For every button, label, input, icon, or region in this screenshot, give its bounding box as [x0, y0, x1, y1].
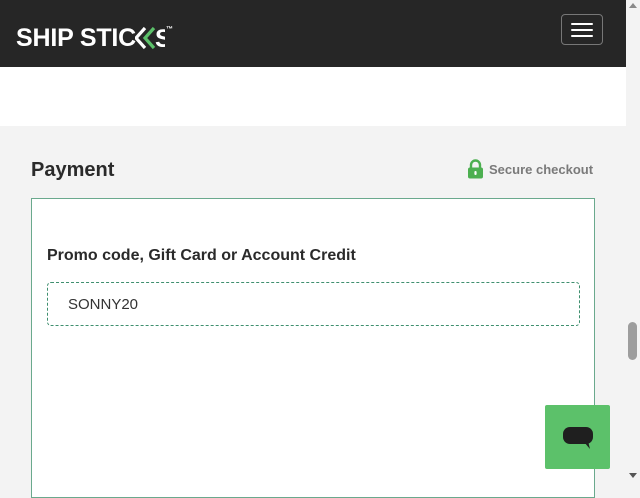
chat-button[interactable]	[545, 405, 610, 469]
hamburger-icon	[571, 22, 593, 25]
scrollbar-thumb[interactable]	[628, 322, 637, 360]
chat-bubble-icon	[562, 427, 593, 449]
site-header: SHIP STIC S ™	[0, 0, 626, 67]
hamburger-menu-button[interactable]	[561, 14, 603, 45]
top-content-area	[0, 67, 626, 126]
svg-text:S: S	[155, 25, 165, 51]
page-scrollbar[interactable]	[626, 0, 640, 485]
scroll-up-arrow-icon[interactable]	[629, 3, 637, 8]
ship-sticks-logo[interactable]: SHIP STIC S ™	[16, 25, 173, 51]
secure-checkout-label: Secure checkout	[489, 161, 594, 177]
promo-code-label: Promo code, Gift Card or Account Credit	[47, 247, 356, 264]
lock-icon	[468, 159, 483, 179]
scroll-down-arrow-icon[interactable]	[629, 473, 637, 478]
payment-card: Promo code, Gift Card or Account Credit	[31, 198, 595, 498]
promo-code-input[interactable]	[47, 282, 580, 326]
logo-trademark: ™	[166, 26, 173, 33]
logo-text: SHIP STIC	[16, 24, 136, 52]
logo-chevrons-icon: S	[135, 25, 165, 51]
payment-title: Payment	[31, 159, 115, 181]
secure-checkout-badge: Secure checkout	[467, 159, 593, 179]
